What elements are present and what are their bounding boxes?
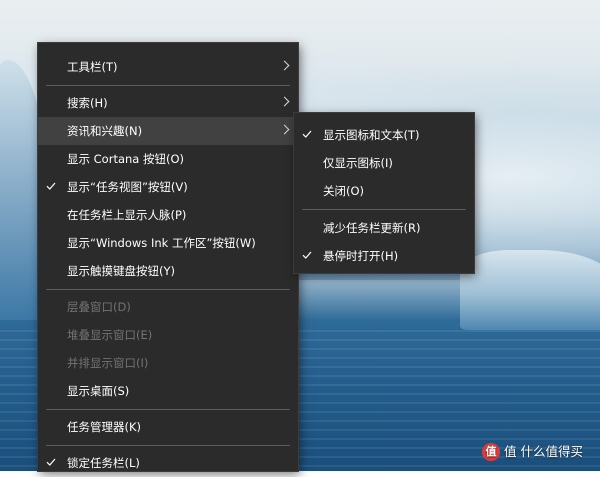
checkmark-icon <box>46 458 56 466</box>
menu-item-label: 任务管理器(K) <box>67 420 142 434</box>
submenu-item-turn-off[interactable]: 关闭(O) <box>294 177 474 205</box>
menu-item-label: 工具栏(T) <box>67 60 118 74</box>
menu-item-label: 显示“任务视图”按钮(V) <box>67 180 188 194</box>
menu-item-label: 搜索(H) <box>67 96 108 110</box>
submenu-item-reduce-taskbar-updates[interactable]: 减少任务栏更新(R) <box>294 214 474 242</box>
iceberg-right <box>460 250 600 330</box>
menu-item-show-people[interactable]: 在任务栏上显示人脉(P) <box>38 201 298 229</box>
menu-item-label: 在任务栏上显示人脉(P) <box>67 208 187 222</box>
submenu-item-label: 关闭(O) <box>323 184 365 198</box>
menu-item-label: 锁定任务栏(L) <box>67 456 140 470</box>
menu-item-label: 显示桌面(S) <box>67 384 130 398</box>
menu-item-label: 显示触摸键盘按钮(Y) <box>67 264 175 278</box>
menu-item-stack-windows: 堆叠显示窗口(E) <box>38 321 298 349</box>
submenu-item-label: 仅显示图标(I) <box>323 156 393 170</box>
submenu-item-label: 减少任务栏更新(R) <box>323 221 421 235</box>
menu-item-label: 并排显示窗口(I) <box>67 356 149 370</box>
menu-item-label: 显示“Windows Ink 工作区”按钮(W) <box>67 236 256 250</box>
menu-item-show-cortana-button[interactable]: 显示 Cortana 按钮(O) <box>38 145 298 173</box>
chevron-right-icon <box>279 60 290 71</box>
news-interests-submenu: 显示图标和文本(T) 仅显示图标(I) 关闭(O) 减少任务栏更新(R) 悬停时… <box>294 113 474 273</box>
menu-item-cascade-windows: 层叠窗口(D) <box>38 293 298 321</box>
menu-item-show-windows-ink[interactable]: 显示“Windows Ink 工作区”按钮(W) <box>38 229 298 257</box>
menu-item-task-manager[interactable]: 任务管理器(K) <box>38 413 298 441</box>
menu-item-label: 显示 Cortana 按钮(O) <box>67 152 185 166</box>
menu-item-news-and-interests[interactable]: 资讯和兴趣(N) <box>38 117 298 145</box>
watermark: 值 值 什么值得买 <box>482 441 583 463</box>
menu-separator <box>46 445 290 446</box>
submenu-item-show-icon-only[interactable]: 仅显示图标(I) <box>294 149 474 177</box>
menu-item-label: 堆叠显示窗口(E) <box>67 328 153 342</box>
chevron-right-icon <box>279 96 290 107</box>
menu-separator <box>302 209 466 210</box>
menu-item-show-task-view-button[interactable]: 显示“任务视图”按钮(V) <box>38 173 298 201</box>
taskbar-context-menu: 工具栏(T) 搜索(H) 资讯和兴趣(N) 显示 Cortana 按钮(O) 显… <box>38 43 298 471</box>
menu-separator <box>46 289 290 290</box>
menu-item-label: 资讯和兴趣(N) <box>67 124 143 138</box>
checkmark-icon <box>302 130 312 138</box>
submenu-item-show-icon-and-text[interactable]: 显示图标和文本(T) <box>294 121 474 149</box>
menu-item-toolbars[interactable]: 工具栏(T) <box>38 53 298 81</box>
submenu-item-label: 悬停时打开(H) <box>323 249 399 263</box>
menu-item-search[interactable]: 搜索(H) <box>38 89 298 117</box>
menu-separator <box>46 85 290 86</box>
watermark-text: 值 什么值得买 <box>504 444 583 459</box>
menu-item-lock-taskbar[interactable]: 锁定任务栏(L) <box>38 449 298 477</box>
menu-item-side-by-side-windows: 并排显示窗口(I) <box>38 349 298 377</box>
checkmark-icon <box>46 182 56 190</box>
menu-separator <box>46 409 290 410</box>
watermark-logo-icon: 值 <box>482 443 500 461</box>
submenu-item-label: 显示图标和文本(T) <box>323 128 420 142</box>
menu-item-label: 层叠窗口(D) <box>67 300 131 314</box>
checkmark-icon <box>302 251 312 259</box>
menu-item-show-touch-keyboard[interactable]: 显示触摸键盘按钮(Y) <box>38 257 298 285</box>
chevron-right-icon <box>279 124 290 135</box>
menu-item-show-desktop[interactable]: 显示桌面(S) <box>38 377 298 405</box>
submenu-item-open-on-hover[interactable]: 悬停时打开(H) <box>294 242 474 270</box>
